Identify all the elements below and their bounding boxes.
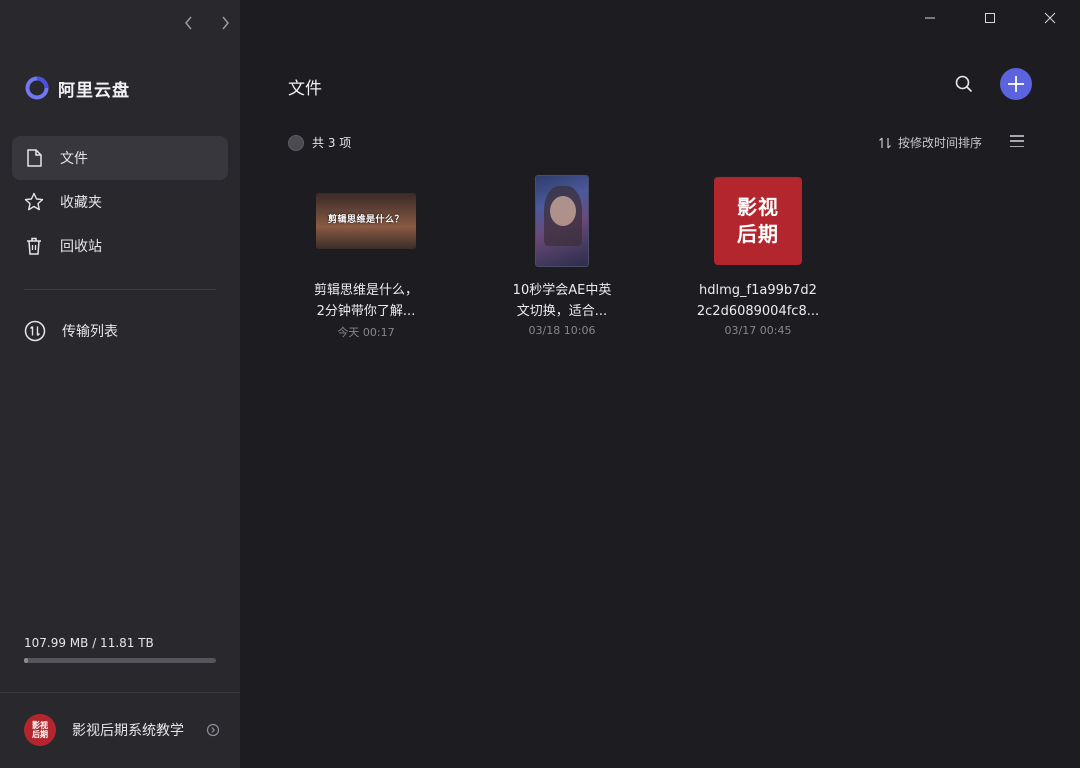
storage-bar <box>24 658 216 663</box>
sidebar-item-favorites[interactable]: 收藏夹 <box>12 180 228 224</box>
avatar: 影视 后期 <box>24 714 56 746</box>
list-view-icon-line <box>1010 140 1024 142</box>
sidebar-item-label: 传输列表 <box>62 324 118 340</box>
file-name-line1: 剪辑思维是什么， <box>313 283 418 298</box>
sort-label: 按修改时间排序 <box>898 136 983 150</box>
file-name-line2: 2分钟带你了解... <box>316 304 416 319</box>
transfer-section: 传输列表 <box>12 309 228 353</box>
minimize-button[interactable] <box>900 0 960 36</box>
sidebar: 阿里云盘 文件 收藏夹 回收站 传输列表 107.99 MB / 11.81 T… <box>0 0 240 768</box>
storage-bar-fill <box>24 658 28 663</box>
thumbnail-text-line1: 影视 <box>737 195 779 219</box>
file-name-line2: 文切换，适合... <box>516 304 608 319</box>
list-view-button[interactable] <box>1010 134 1028 148</box>
item-count: 共 3 项 <box>312 136 352 150</box>
select-all[interactable]: 共 3 项 <box>288 134 351 151</box>
sidebar-divider <box>24 289 216 290</box>
search-button[interactable] <box>952 72 976 96</box>
select-all-radio[interactable] <box>288 134 304 151</box>
back-button[interactable] <box>178 12 200 34</box>
user-profile[interactable]: 影视 后期 影视后期系统教学 <box>24 714 220 746</box>
list-view-icon <box>1010 135 1024 137</box>
file-name-line1: 10秒学会AE中英 <box>512 283 612 298</box>
user-name: 影视后期系统教学 <box>72 723 184 739</box>
file-thumbnail-area: 影视 后期 <box>678 168 838 274</box>
file-name: 10秒学会AE中英 文切换，适合... <box>482 280 642 322</box>
user-divider <box>0 692 240 693</box>
search-icon <box>955 75 973 93</box>
star-icon <box>24 192 44 211</box>
avatar-text-line1: 影视 <box>32 721 48 730</box>
window-controls <box>900 0 1080 36</box>
sort-icon <box>879 137 891 148</box>
file-date: 03/17 00:45 <box>724 324 792 337</box>
plus-icon <box>1008 76 1024 92</box>
main-panel: 文件 共 3 项 按修改时间排序 剪辑思维是什么？ 剪辑思维是什么， 2分钟带你… <box>240 0 1080 768</box>
forward-button[interactable] <box>214 12 236 34</box>
file-date: 03/18 10:06 <box>528 324 596 337</box>
thumbnail-caption: 剪辑思维是什么？ <box>327 215 404 225</box>
page-title: 文件 <box>288 79 322 99</box>
app-logo: 阿里云盘 <box>24 75 130 101</box>
thumbnail-face <box>550 196 576 226</box>
file-date: 今天 00:17 <box>337 326 395 339</box>
list-view-icon-line <box>1010 145 1024 147</box>
close-button[interactable] <box>1020 0 1080 36</box>
trash-icon <box>27 237 41 255</box>
file-name: hdlmg_f1a99b7d2 2c2d6089004fc8... <box>678 280 838 322</box>
app-name: 阿里云盘 <box>58 80 130 101</box>
thumbnail-text-line2: 后期 <box>737 222 779 246</box>
file-name-line2: 2c2d6089004fc8... <box>696 304 820 319</box>
sidebar-item-label: 收藏夹 <box>60 195 102 211</box>
avatar-text-line2: 后期 <box>32 730 48 739</box>
file-name: 剪辑思维是什么， 2分钟带你了解... <box>286 280 446 322</box>
chevron-left-icon <box>185 16 192 30</box>
video-thumbnail: 剪辑思维是什么？ <box>316 193 416 249</box>
chevron-right-icon <box>222 16 229 30</box>
image-thumbnail: 影视 后期 <box>714 177 802 265</box>
storage-usage: 107.99 MB / 11.81 TB <box>24 636 216 663</box>
maximize-icon <box>985 13 995 23</box>
file-thumbnail-area: 剪辑思维是什么？ <box>286 168 446 274</box>
sidebar-item-files[interactable]: 文件 <box>12 136 228 180</box>
sidebar-menu: 文件 收藏夹 回收站 <box>12 136 228 268</box>
minimize-icon <box>925 17 935 19</box>
close-icon <box>1044 12 1056 24</box>
sidebar-item-transfer-list[interactable]: 传输列表 <box>12 309 228 353</box>
file-item[interactable]: 10秒学会AE中英 文切换，适合... 03/18 10:06 <box>482 168 642 337</box>
file-name-line1: hdlmg_f1a99b7d2 <box>699 283 817 298</box>
storage-text: 107.99 MB / 11.81 TB <box>24 636 154 650</box>
file-icon <box>27 149 42 167</box>
settings-icon[interactable] <box>206 723 220 737</box>
file-item[interactable]: 剪辑思维是什么？ 剪辑思维是什么， 2分钟带你了解... 今天 00:17 <box>286 168 446 340</box>
add-button[interactable] <box>1000 68 1032 100</box>
transfer-icon <box>24 320 46 342</box>
aliyun-drive-logo-icon <box>25 76 49 100</box>
sidebar-item-label: 回收站 <box>60 239 102 255</box>
sidebar-item-label: 文件 <box>60 151 88 167</box>
sort-button[interactable]: 按修改时间排序 <box>878 134 982 151</box>
file-thumbnail-area <box>482 168 642 274</box>
video-thumbnail <box>535 175 589 267</box>
maximize-button[interactable] <box>960 0 1020 36</box>
history-nav <box>178 12 236 34</box>
file-item[interactable]: 影视 后期 hdlmg_f1a99b7d2 2c2d6089004fc8... … <box>678 168 838 337</box>
sidebar-item-recycle-bin[interactable]: 回收站 <box>12 224 228 268</box>
